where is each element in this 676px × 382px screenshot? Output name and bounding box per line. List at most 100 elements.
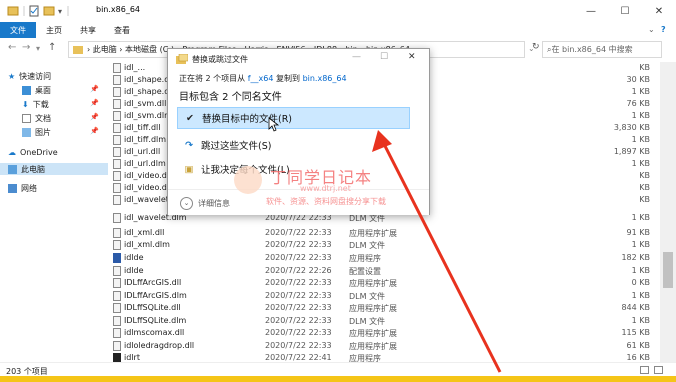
copy-summary-prefix: 正在将 2 个项目从 <box>179 74 246 83</box>
tab-file[interactable]: 文件 <box>0 22 36 38</box>
vertical-scrollbar[interactable] <box>660 62 676 362</box>
pin-icon: 📌 <box>90 113 99 121</box>
sidebar-item-this-pc[interactable]: 此电脑 <box>0 163 108 175</box>
tab-home[interactable]: 主页 <box>46 25 62 36</box>
search-box[interactable]: ⌕ 在 bin.x86_64 中搜索 <box>542 41 662 58</box>
file-size: KB <box>639 195 650 204</box>
list-item[interactable]: IDLffSQLite.dll 2020/7/22 22:33 应用程序扩展 844 … <box>110 302 650 314</box>
file-name: idl_video.dll <box>124 171 172 180</box>
file-date: 2020/7/22 22:33 <box>265 316 332 325</box>
large-icons-view-icon[interactable] <box>654 366 663 374</box>
sidebar-item-pictures[interactable]: 图片 <box>22 126 51 138</box>
replace-files-option[interactable]: ✔ 替换目标中的文件(R) <box>177 107 410 129</box>
file-date: 2020/7/22 22:33 <box>265 228 332 237</box>
status-bar: 203 个项目 <box>0 362 676 376</box>
file-size: 1,897 KB <box>613 147 650 156</box>
file-size: 1 KB <box>631 316 650 325</box>
skip-files-option[interactable]: ↷ 跳过这些文件(S) <box>177 134 410 156</box>
list-item[interactable]: idl_xml.dlm 2020/7/22 22:33 DLM 文件 1 KB <box>110 239 650 251</box>
up-icon[interactable]: ↑ <box>48 42 56 53</box>
file-size: 115 KB <box>621 328 650 337</box>
file-icon <box>113 228 121 238</box>
star-icon: ★ <box>8 71 16 81</box>
file-size: 182 KB <box>621 253 650 262</box>
file-date: 2020/7/22 22:33 <box>265 240 332 249</box>
pin-icon: 📌 <box>90 85 99 93</box>
refresh-icon[interactable]: ↻ <box>532 42 540 52</box>
file-size: 1 KB <box>631 266 650 275</box>
file-icon <box>113 159 121 169</box>
details-view-icon[interactable] <box>640 366 649 374</box>
file-date: 2020/7/22 22:33 <box>265 328 332 337</box>
list-item[interactable]: idlmscomax.dll 2020/7/22 22:33 应用程序扩展 115 K… <box>110 327 650 339</box>
file-icon <box>113 341 121 351</box>
list-item[interactable]: idl_xml.dll 2020/7/22 22:33 应用程序扩展 91 KB <box>110 227 650 239</box>
list-item[interactable]: IDLffArcGIS.dll 2020/7/22 22:33 应用程序扩展 0 KB <box>110 277 650 289</box>
file-icon <box>113 328 121 338</box>
sidebar-item-label: 快速访问 <box>19 71 52 81</box>
quick-access-icons[interactable]: ▾ <box>6 5 76 17</box>
close-button[interactable]: ✕ <box>642 0 676 22</box>
source-folder-link[interactable]: f__x64 <box>248 74 274 83</box>
maximize-button[interactable]: ☐ <box>608 0 642 22</box>
details-toggle[interactable]: ⌄ 详细信息 <box>180 197 230 210</box>
copy-folder-icon <box>176 54 188 64</box>
sidebar-item-label: 此电脑 <box>21 164 45 174</box>
file-type: 应用程序扩展 <box>349 304 397 313</box>
back-icon[interactable]: ← <box>8 42 16 53</box>
file-size: 1 KB <box>631 291 650 300</box>
sidebar-item-label: 桌面 <box>35 85 51 95</box>
sidebar-item-network[interactable]: 网络 <box>8 182 37 194</box>
sidebar-item-label: OneDrive <box>20 147 58 157</box>
file-name: IDLffSQLite.dll <box>124 303 181 312</box>
list-item[interactable]: idlde 2020/7/22 22:26 配置设置 1 KB <box>110 265 650 277</box>
sidebar-item-downloads[interactable]: ⬇ 下载 <box>22 98 49 110</box>
list-item[interactable]: idloledragdrop.dll 2020/7/22 22:33 应用程序扩展 6… <box>110 340 650 352</box>
watermark-subtitle: 软件、资源、资料网盘搜分享下载 <box>266 197 386 206</box>
file-name: idl_svm.dll <box>124 99 167 108</box>
file-name: idl_svm.dlm <box>124 111 172 120</box>
computer-icon <box>8 164 17 174</box>
help-icon[interactable]: ? <box>661 25 666 34</box>
sidebar-item-onedrive[interactable]: ☁ OneDrive <box>8 146 58 158</box>
file-date: 2020/7/22 22:33 <box>265 341 332 350</box>
file-type: DLM 文件 <box>349 241 386 250</box>
file-type: 应用程序 <box>349 254 381 263</box>
minimize-button[interactable]: — <box>574 0 608 22</box>
sidebar-item-documents[interactable]: 文档 <box>22 112 51 124</box>
app-icon <box>113 253 121 263</box>
file-icon <box>113 147 121 157</box>
file-size: 0 KB <box>631 278 650 287</box>
file-icon <box>113 123 121 133</box>
watermark-url: www.dtrj.net <box>300 184 351 193</box>
file-icon <box>113 99 121 109</box>
ribbon-expand-icon[interactable]: ⌄ <box>648 25 655 34</box>
chevron-down-icon: ⌄ <box>180 197 193 210</box>
file-icon <box>113 75 121 85</box>
dialog-minimize-button[interactable]: — <box>352 52 361 62</box>
file-name: idl_xml.dlm <box>124 240 170 249</box>
pin-icon: 📌 <box>90 99 99 107</box>
scrollbar-thumb[interactable] <box>663 252 673 288</box>
cloud-icon: ☁ <box>8 147 16 157</box>
folder-icon <box>73 46 83 54</box>
destination-folder-link[interactable]: bin.x86_64 <box>303 74 347 83</box>
file-name: idl_url.dll <box>124 147 161 156</box>
dialog-maximize-button[interactable]: ☐ <box>380 52 388 62</box>
ribbon: 文件 主页 共享 查看 ⌄ ? <box>0 22 676 39</box>
file-name: idlmscomax.dll <box>124 328 185 337</box>
forward-icon[interactable]: → <box>22 42 30 53</box>
file-icon <box>113 278 121 288</box>
tab-view[interactable]: 查看 <box>114 25 130 36</box>
tab-share[interactable]: 共享 <box>80 25 96 36</box>
sidebar-item-desktop[interactable]: 桌面 <box>22 84 51 96</box>
recent-locations-icon[interactable]: ▾ <box>36 44 40 53</box>
copy-summary-mid: 复制到 <box>276 74 301 83</box>
list-item[interactable]: idlde 2020/7/22 22:33 应用程序 182 KB <box>110 252 650 264</box>
dialog-close-button[interactable]: ✕ <box>408 52 416 62</box>
sidebar-item-quick-access[interactable]: ★ 快速访问 <box>8 70 51 82</box>
file-icon <box>113 303 121 313</box>
list-item[interactable]: IDLffSQLite.dlm 2020/7/22 22:33 DLM 文件 1 KB <box>110 315 650 327</box>
file-type: 应用程序扩展 <box>349 329 397 338</box>
list-item[interactable]: IDLffArcGIS.dlm 2020/7/22 22:33 DLM 文件 1 KB <box>110 290 650 302</box>
